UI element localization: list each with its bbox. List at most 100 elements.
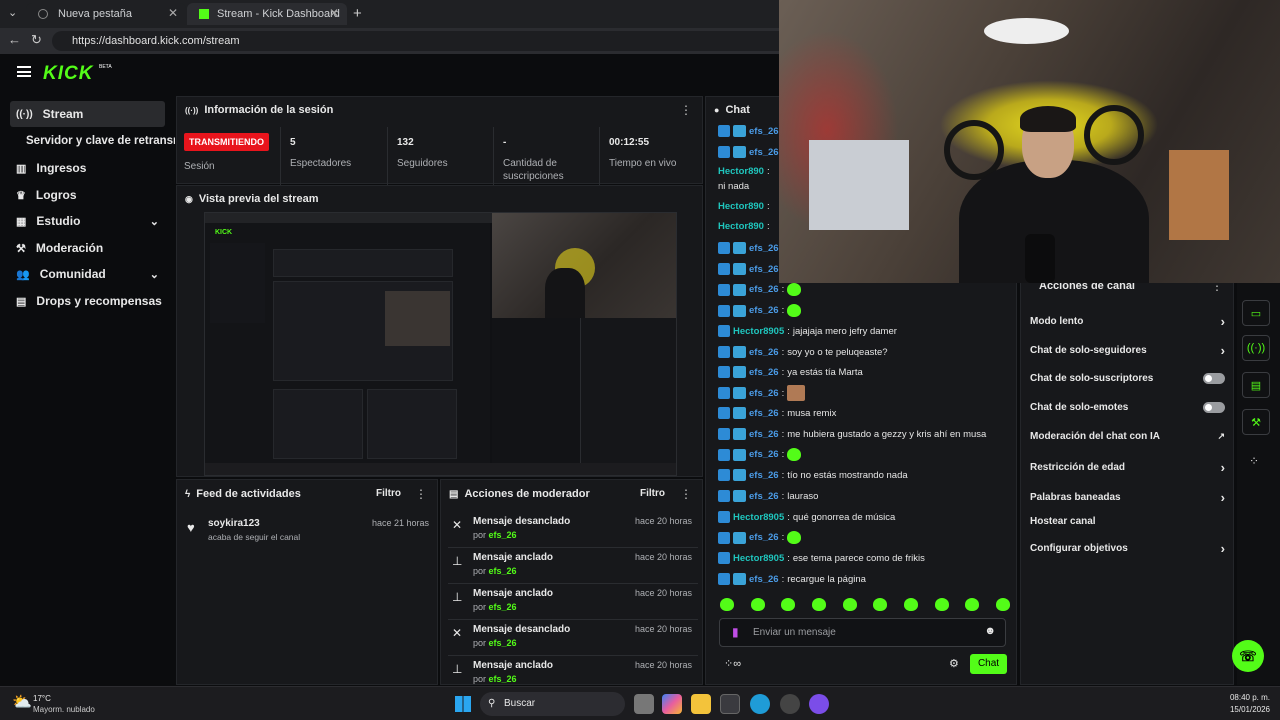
mod-action-user[interactable]: efs_26 (489, 530, 517, 540)
more-options-icon[interactable]: ⋮ (680, 103, 692, 117)
channel-action-age-restriction[interactable]: Restricción de edad › (1030, 460, 1225, 475)
chat-input-box[interactable]: ▮ Enviar un mensaje ☻ (719, 618, 1006, 647)
wrench-tool-icon[interactable]: ⚒ (1242, 409, 1270, 435)
channel-action-host[interactable]: Hostear canal (1030, 516, 1225, 527)
tab-list-chevron-icon[interactable]: ⌄ (8, 6, 17, 19)
clock-date[interactable]: 15/01/2026 (1222, 705, 1270, 714)
close-tab-icon[interactable]: ✕ (329, 6, 339, 20)
sidebar-item-stream[interactable]: ((·)) Stream (10, 101, 165, 127)
chat-username[interactable]: efs_26 (749, 388, 779, 399)
sidebar-item-comunidad[interactable]: 👥 Comunidad ⌄ (10, 261, 165, 287)
chat-username[interactable]: efs_26 (749, 305, 779, 316)
kick-emote-icon[interactable] (995, 598, 1010, 611)
app-icon[interactable] (780, 694, 800, 714)
kick-emote-icon[interactable] (903, 598, 918, 611)
chat-username[interactable]: efs_26 (749, 147, 779, 158)
channel-action-followers-only[interactable]: Chat de solo-seguidores › (1030, 343, 1225, 358)
chat-username[interactable]: Hector890 (718, 221, 764, 232)
chat-username[interactable]: efs_26 (749, 532, 779, 543)
emoji-icon[interactable]: ☻ (984, 625, 996, 637)
edge-icon[interactable] (750, 694, 770, 714)
channel-action-banned-words[interactable]: Palabras baneadas › (1030, 490, 1225, 505)
microphone-icon[interactable]: ▮ (732, 625, 739, 639)
filter-button[interactable]: Filtro (376, 488, 401, 499)
task-view-icon[interactable] (634, 694, 654, 714)
sidebar-item-moderacion[interactable]: ⚒ Moderación (10, 235, 165, 261)
kick-emote-icon[interactable] (873, 598, 888, 611)
kick-emote-icon[interactable] (811, 598, 826, 611)
chat-username[interactable]: efs_26 (749, 449, 779, 460)
chat-points-icon[interactable]: ⁘∞ (724, 657, 741, 670)
chat-username[interactable]: Hector8905 (733, 512, 784, 523)
sidebar-item-server-key[interactable]: Servidor y clave de retransm (20, 128, 175, 154)
kick-emote-icon[interactable] (781, 598, 796, 611)
feed-user[interactable]: soykira123 (208, 518, 260, 529)
mod-action-user[interactable]: efs_26 (489, 638, 517, 648)
emotes-only-toggle[interactable] (1203, 402, 1225, 413)
chat-username[interactable]: efs_26 (749, 347, 779, 358)
stream-preview-video[interactable]: KICK (204, 212, 677, 476)
kick-logo[interactable]: KICK (43, 63, 93, 85)
stat-label: Sesión (184, 161, 215, 172)
chat-username[interactable]: Hector8905 (733, 326, 784, 337)
app-icon[interactable] (809, 694, 829, 714)
chat-username[interactable]: Hector890 (718, 201, 764, 212)
clock-time[interactable]: 08:40 p. m. (1222, 693, 1270, 702)
url-input[interactable]: https://dashboard.kick.com/stream (52, 31, 792, 51)
sidebar-item-drops[interactable]: ▤ Drops y recompensas (10, 288, 165, 314)
chat-username[interactable]: Hector8905 (733, 553, 784, 564)
subscribers-only-toggle[interactable] (1203, 373, 1225, 384)
new-tab-button[interactable]: + (353, 5, 362, 22)
kick-emote-icon[interactable] (842, 598, 857, 611)
more-options-icon[interactable]: ⋮ (415, 487, 427, 501)
copilot-icon[interactable] (662, 694, 682, 714)
sidebar-item-estudio[interactable]: ▦ Estudio ⌄ (10, 208, 165, 234)
sidebar-item-label: Servidor y clave de retransm (26, 135, 175, 147)
store-icon[interactable] (720, 694, 740, 714)
back-icon[interactable]: ← (8, 32, 21, 47)
windows-start-icon[interactable] (455, 696, 471, 712)
help-button[interactable]: ☏ (1232, 640, 1264, 672)
kick-emote-icon[interactable] (965, 598, 980, 611)
more-options-icon[interactable]: ⋮ (680, 487, 692, 501)
chat-username[interactable]: efs_26 (749, 264, 779, 275)
tab-kick-dashboard[interactable]: Stream - Kick Dashboard ✕ (187, 3, 347, 25)
chat-username[interactable]: efs_26 (749, 367, 779, 378)
chat-username[interactable]: efs_26 (749, 243, 779, 254)
mod-action-user[interactable]: efs_26 (489, 602, 517, 612)
chevron-right-icon: › (1220, 343, 1225, 358)
mod-action-user[interactable]: efs_26 (489, 674, 517, 684)
kick-emote-icon[interactable] (750, 598, 765, 611)
mod-action-label: Mensaje anclado (473, 552, 554, 563)
mod-action-user[interactable]: efs_26 (489, 566, 517, 576)
channel-action-goals[interactable]: Configurar objetivos › (1030, 541, 1225, 556)
chat-username[interactable]: efs_26 (749, 126, 779, 137)
kick-emote-icon[interactable] (934, 598, 949, 611)
reload-icon[interactable]: ↻ (31, 32, 42, 48)
more-tools-icon[interactable]: ⁘ (1249, 454, 1259, 468)
chat-username[interactable]: efs_26 (749, 491, 779, 502)
chat-settings-gear-icon[interactable]: ⚙ (949, 657, 959, 670)
kick-emote-icon[interactable] (720, 598, 734, 611)
chat-username[interactable]: efs_26 (749, 470, 779, 481)
taskbar-search[interactable]: ⚲ Buscar (480, 692, 625, 716)
chat-username[interactable]: efs_26 (749, 574, 779, 585)
channel-action-ai-moderation[interactable]: Moderación del chat con IA ↗ (1030, 431, 1225, 442)
channel-action-slow-mode[interactable]: Modo lento › (1030, 314, 1225, 329)
close-tab-icon[interactable]: ✕ (168, 6, 178, 20)
broadcast-tool-icon[interactable]: ((·)) (1242, 335, 1270, 361)
layout-tool-icon[interactable]: ▤ (1242, 372, 1270, 398)
chat-username[interactable]: Hector890 (718, 166, 764, 177)
sidebar-item-ingresos[interactable]: ▥ Ingresos (10, 155, 165, 181)
filter-button[interactable]: Filtro (640, 488, 665, 499)
send-chat-button[interactable]: Chat (970, 654, 1007, 674)
chat-username[interactable]: efs_26 (749, 408, 779, 419)
chat-tool-icon[interactable]: ▭ (1242, 300, 1270, 326)
file-explorer-icon[interactable] (691, 694, 711, 714)
sidebar-item-logros[interactable]: ♛ Logros (10, 182, 165, 208)
chat-username[interactable]: efs_26 (749, 284, 779, 295)
tab-new[interactable]: Nueva pestaña ✕ (26, 3, 186, 25)
menu-icon[interactable] (17, 66, 31, 77)
weather-icon[interactable]: ⛅ (12, 692, 32, 712)
chat-username[interactable]: efs_26 (749, 429, 779, 440)
